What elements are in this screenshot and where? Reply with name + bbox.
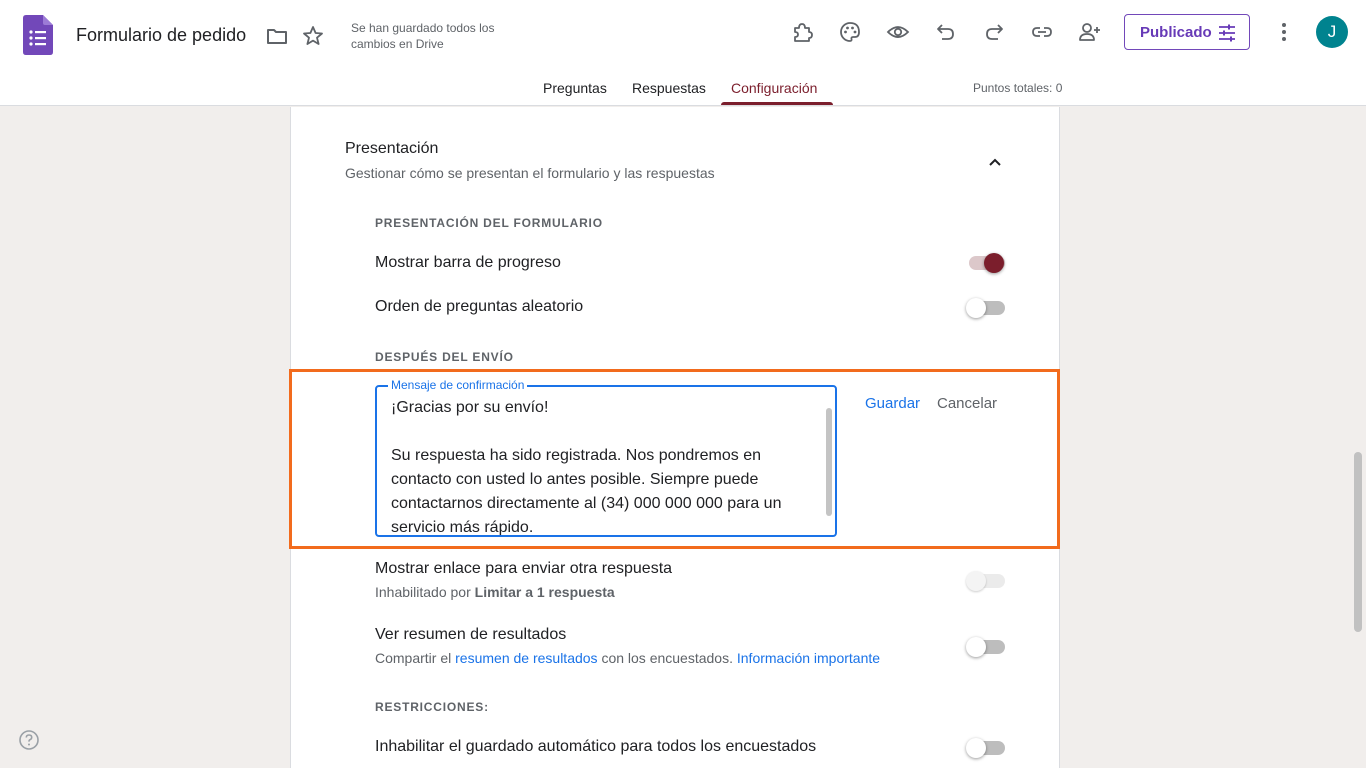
tab-responses[interactable]: Respuestas	[632, 80, 706, 96]
document-title[interactable]: Formulario de pedido	[76, 25, 246, 46]
undo-icon[interactable]	[934, 20, 958, 44]
page-scrollbar[interactable]	[1354, 452, 1362, 632]
forms-logo-icon[interactable]	[23, 15, 53, 55]
confirmation-message-legend: Mensaje de confirmación	[388, 378, 528, 392]
publish-button[interactable]: Publicado	[1124, 14, 1250, 50]
results-summary-toggle[interactable]	[966, 635, 1006, 659]
confirmation-scrollbar[interactable]	[826, 408, 832, 516]
help-icon[interactable]	[18, 729, 40, 751]
redo-icon[interactable]	[982, 20, 1006, 44]
confirmation-message-text[interactable]: ¡Gracias por su envío! Su respuesta ha s…	[391, 396, 816, 535]
results-summary-link[interactable]: resumen de resultados	[455, 650, 597, 666]
publish-button-label: Publicado	[1140, 23, 1212, 41]
disable-autosave-toggle[interactable]	[966, 736, 1006, 760]
restrictions-heading: RESTRICCIONES:	[375, 700, 489, 714]
avatar[interactable]: J	[1316, 16, 1348, 48]
section-subtitle: Gestionar cómo se presentan el formulari…	[345, 165, 715, 181]
star-icon[interactable]	[301, 24, 325, 48]
tab-settings[interactable]: Configuración	[731, 80, 817, 96]
another-response-sub: Inhabilitado por Limitar a 1 respuesta	[375, 584, 615, 600]
save-button[interactable]: Guardar	[865, 395, 920, 412]
active-tab-indicator	[721, 102, 833, 105]
addon-puzzle-icon[interactable]	[790, 20, 814, 44]
disable-autosave-label: Inhabilitar el guardado automático para …	[375, 738, 817, 755]
results-summary-label: Ver resumen de resultados	[375, 626, 567, 643]
cancel-button[interactable]: Cancelar	[937, 395, 997, 412]
progress-bar-toggle[interactable]	[966, 251, 1006, 275]
sliders-icon	[1219, 24, 1235, 42]
chevron-up-icon[interactable]	[985, 152, 1005, 172]
section-title: Presentación	[345, 140, 439, 157]
folder-icon[interactable]	[265, 24, 289, 48]
shuffle-questions-label: Orden de preguntas aleatorio	[375, 298, 584, 315]
more-vert-icon[interactable]	[1272, 20, 1296, 44]
save-status: Se han guardado todos los cambios en Dri…	[351, 21, 495, 51]
another-response-label: Mostrar enlace para enviar otra respuest…	[375, 560, 673, 577]
add-collaborator-icon[interactable]	[1078, 20, 1102, 44]
shuffle-questions-toggle[interactable]	[966, 296, 1006, 320]
form-presentation-heading: PRESENTACIÓN DEL FORMULARIO	[375, 216, 603, 230]
link-icon[interactable]	[1030, 20, 1054, 44]
important-info-link[interactable]: Información importante	[737, 650, 880, 666]
progress-bar-label: Mostrar barra de progreso	[375, 254, 561, 271]
palette-icon[interactable]	[838, 20, 862, 44]
total-points: Puntos totales: 0	[973, 81, 1063, 95]
after-submit-heading: DESPUÉS DEL ENVÍO	[375, 350, 514, 364]
another-response-toggle	[966, 569, 1006, 593]
results-summary-sub: Compartir el resumen de resultados con l…	[375, 650, 881, 666]
top-bar: Formulario de pedido Se han guardado tod…	[0, 0, 1366, 106]
preview-eye-icon[interactable]	[886, 20, 910, 44]
tab-questions[interactable]: Preguntas	[543, 80, 607, 96]
